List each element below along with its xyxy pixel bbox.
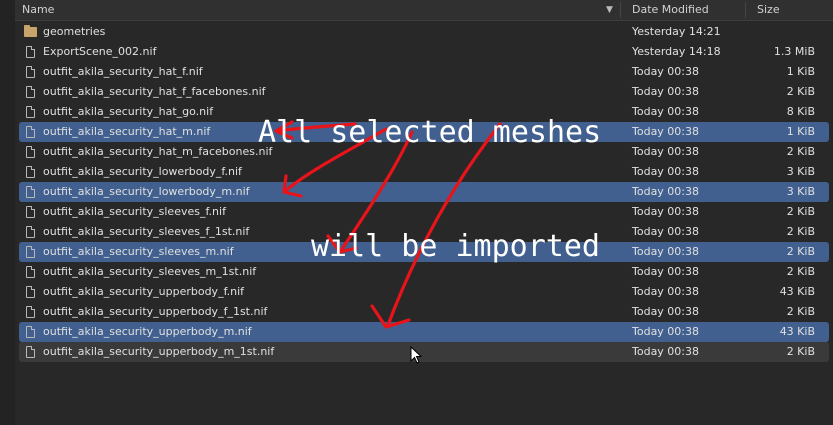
annotation-line-1: All selected meshes	[258, 115, 602, 150]
column-date-modified[interactable]: Date Modified	[632, 0, 709, 20]
file-row[interactable]: outfit_akila_security_upperbody_m.nif Tod…	[19, 322, 829, 342]
file-date-modified: Today 00:38	[632, 145, 700, 158]
file-icon	[26, 246, 35, 258]
file-name: outfit_akila_security_upperbody_f_1st.ni…	[43, 305, 268, 318]
file-name: outfit_akila_security_hat_f_facebones.ni…	[43, 85, 266, 98]
file-icon	[26, 106, 35, 118]
file-size: 1 KiB	[786, 125, 815, 138]
file-icon	[26, 206, 35, 218]
mouse-cursor-icon	[410, 346, 422, 364]
file-date-modified: Today 00:38	[632, 305, 700, 318]
file-name: ExportScene_002.nif	[43, 45, 157, 58]
file-size: 2 KiB	[786, 205, 815, 218]
file-date-modified: Today 00:38	[632, 325, 700, 338]
file-size: 43 KiB	[779, 325, 815, 338]
file-name: outfit_akila_security_sleeves_f.nif	[43, 205, 226, 218]
file-date-modified: Today 00:38	[632, 225, 700, 238]
file-name: geometries	[43, 25, 106, 38]
file-size: 3 KiB	[786, 165, 815, 178]
file-date-modified: Today 00:38	[632, 185, 700, 198]
annotation-text: All selected meshes will be imported	[258, 38, 603, 304]
file-icon	[26, 166, 35, 178]
column-divider[interactable]	[620, 2, 621, 18]
file-size: 2 KiB	[786, 85, 815, 98]
left-panel-edge	[0, 0, 15, 425]
file-date-modified: Yesterday 14:18	[632, 45, 721, 58]
file-name: outfit_akila_security_lowerbody_m.nif	[43, 185, 250, 198]
file-icon	[26, 146, 35, 158]
file-icon	[26, 306, 35, 318]
file-size: 2 KiB	[786, 305, 815, 318]
file-date-modified: Yesterday 14:21	[632, 25, 721, 38]
file-icon	[26, 326, 35, 338]
file-size: 2 KiB	[786, 345, 815, 358]
file-size: 2 KiB	[786, 245, 815, 258]
file-date-modified: Today 00:38	[632, 205, 700, 218]
file-name: outfit_akila_security_hat_go.nif	[43, 105, 214, 118]
file-date-modified: Today 00:38	[632, 345, 700, 358]
file-name: outfit_akila_security_upperbody_f.nif	[43, 285, 245, 298]
file-icon	[26, 186, 35, 198]
file-name: outfit_akila_security_hat_m_facebones.ni…	[43, 145, 273, 158]
file-date-modified: Today 00:38	[632, 265, 700, 278]
file-name: outfit_akila_security_sleeves_m_1st.nif	[43, 265, 257, 278]
file-size: 2 KiB	[786, 265, 815, 278]
file-icon	[26, 126, 35, 138]
file-size: 1 KiB	[786, 65, 815, 78]
file-date-modified: Today 00:38	[632, 125, 700, 138]
column-header: Name ▼ Date Modified Size	[15, 0, 833, 21]
column-size[interactable]: Size	[757, 0, 780, 20]
file-date-modified: Today 00:38	[632, 105, 700, 118]
file-size: 2 KiB	[786, 225, 815, 238]
annotation-line-2: will be imported	[311, 229, 600, 264]
file-name: outfit_akila_security_hat_f.nif	[43, 65, 203, 78]
file-name: outfit_akila_security_upperbody_m_1st.ni…	[43, 345, 275, 358]
file-date-modified: Today 00:38	[632, 85, 700, 98]
file-size: 43 KiB	[779, 285, 815, 298]
sort-descending-icon[interactable]: ▼	[606, 0, 613, 20]
file-name: outfit_akila_security_lowerbody_f.nif	[43, 165, 242, 178]
file-icon	[26, 46, 35, 58]
column-divider[interactable]	[745, 2, 746, 18]
file-name: outfit_akila_security_upperbody_m.nif	[43, 325, 252, 338]
file-icon	[26, 286, 35, 298]
file-icon	[26, 66, 35, 78]
file-size: 3 KiB	[786, 185, 815, 198]
file-row[interactable]: outfit_akila_security_upperbody_f_1st.ni…	[19, 302, 829, 322]
file-row[interactable]: outfit_akila_security_upperbody_m_1st.ni…	[19, 342, 829, 362]
file-icon	[26, 346, 35, 358]
file-name: outfit_akila_security_sleeves_f_1st.nif	[43, 225, 250, 238]
file-icon	[26, 226, 35, 238]
column-name[interactable]: Name	[22, 0, 54, 20]
file-date-modified: Today 00:38	[632, 65, 700, 78]
file-size: 1.3 MiB	[773, 45, 815, 58]
folder-icon	[24, 25, 37, 37]
file-name: outfit_akila_security_hat_m.nif	[43, 125, 211, 138]
file-date-modified: Today 00:38	[632, 245, 700, 258]
file-date-modified: Today 00:38	[632, 285, 700, 298]
file-name: outfit_akila_security_sleeves_m.nif	[43, 245, 234, 258]
file-date-modified: Today 00:38	[632, 165, 700, 178]
file-icon	[26, 86, 35, 98]
file-size: 2 KiB	[786, 145, 815, 158]
file-size: 8 KiB	[786, 105, 815, 118]
file-icon	[26, 266, 35, 278]
